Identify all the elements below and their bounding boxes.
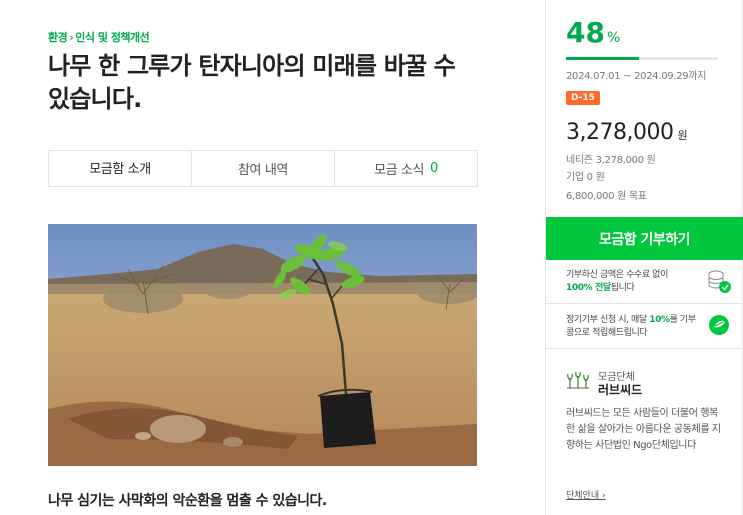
progress-percent-value: 48: [566, 16, 605, 49]
campaign-photo: [48, 224, 477, 466]
donate-button[interactable]: 모금함 기부하기: [546, 217, 743, 260]
tab-bar: 모금함 소개 참여 내역 모금 소식 0: [48, 150, 478, 187]
tab-intro-label: 모금함 소개: [89, 162, 151, 177]
tab-news[interactable]: 모금 소식 0: [334, 151, 477, 186]
company-amount: 기업 0 원: [566, 172, 605, 183]
campaign-period: 2024.07.01 ~ 2024.09.29까지: [566, 71, 707, 82]
raised-amount: 3,278,000 원: [566, 120, 688, 145]
donation-sidebar: 48% 2024.07.01 ~ 2024.09.29까지 D-15 3,278…: [545, 0, 743, 515]
progress-bar: [566, 57, 718, 60]
regular-donation-info: 정기기부 신청 시, 매달 10%를 기부콩으로 적립해드립니다: [566, 314, 696, 340]
tab-news-count: 0: [430, 161, 438, 176]
dday-badge: D-15: [566, 91, 600, 105]
info-divider: [546, 303, 743, 304]
tab-participants[interactable]: 참여 내역: [191, 151, 334, 186]
organization-name[interactable]: 러브씨드: [598, 381, 642, 398]
page-title: 나무 한 그루가 탄자니아의 미래를 바꿀 수 있습니다.: [48, 52, 456, 113]
tab-participants-label: 참여 내역: [238, 163, 288, 178]
tab-news-label: 모금 소식: [374, 163, 425, 178]
info-divider: [546, 348, 743, 349]
fee-free-highlight: 100% 전달: [566, 283, 611, 293]
fee-free-info-text: 기부하신 금액은 수수료 없이: [566, 270, 668, 280]
raised-amount-unit: 원: [677, 129, 688, 142]
organization-description: 러브씨드는 모든 사람들이 더불어 행복한 삶을 살아가는 아름다운 공동체를 …: [566, 408, 721, 451]
progress-percent-unit: %: [606, 30, 621, 46]
regular-donation-text: 정기기부 신청 시, 매달: [566, 315, 647, 325]
fee-free-suffix: 됩니다: [610, 283, 635, 293]
breadcrumb-subcategory[interactable]: 인식 및 정책개선: [75, 31, 150, 44]
progress-percent: 48%: [566, 16, 620, 49]
breadcrumb-separator: ›: [69, 31, 74, 44]
tree-sapling-photo: [48, 224, 477, 466]
goal-amount: 6,800,000 원 목표: [566, 191, 647, 202]
fee-free-info: 기부하신 금액은 수수료 없이 100% 전달됩니다: [566, 269, 696, 295]
breadcrumb: 환경 › 인식 및 정책개선: [48, 29, 150, 45]
tab-intro[interactable]: 모금함 소개: [49, 151, 191, 186]
organization-info-link[interactable]: 단체안내 ›: [566, 488, 606, 501]
bean-icon: [709, 315, 729, 335]
coins-icon: [708, 270, 731, 293]
raised-amount-value: 3,278,000: [566, 120, 674, 145]
netizen-amount: 네티즌 3,278,000 원: [566, 155, 656, 166]
regular-donation-highlight: 10%: [649, 315, 670, 325]
organization-logo: [567, 371, 589, 389]
breadcrumb-category[interactable]: 환경: [48, 31, 68, 44]
section-subtitle: 나무 심기는 사막화의 악순환을 멈출 수 있습니다.: [48, 493, 327, 509]
progress-bar-fill: [566, 57, 639, 60]
